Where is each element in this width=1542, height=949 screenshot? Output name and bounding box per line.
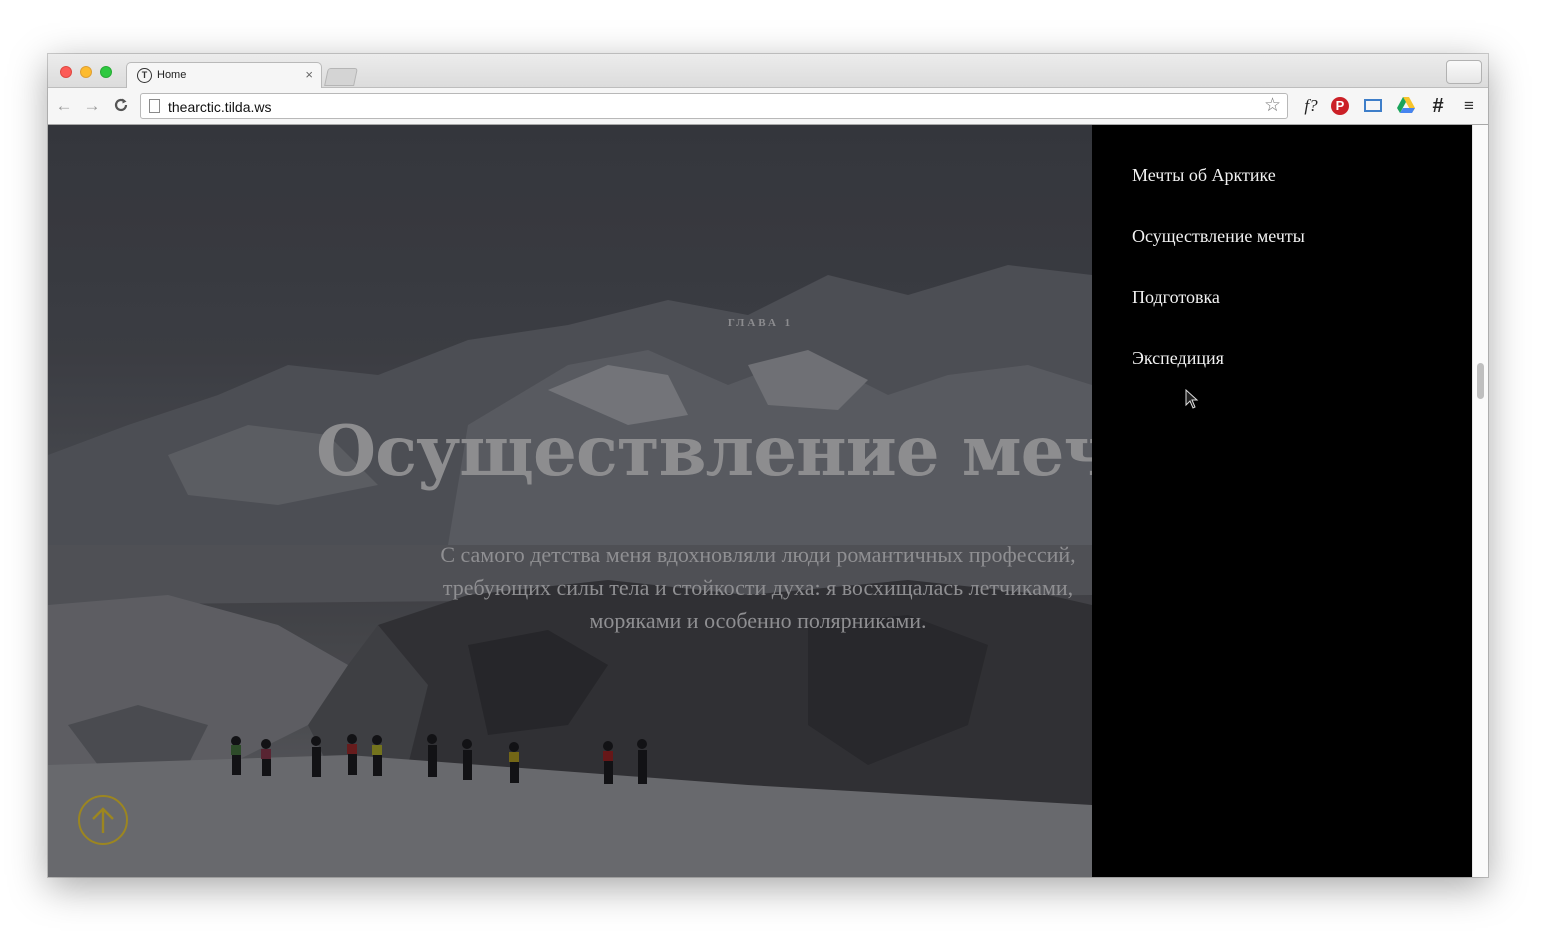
bookmark-star-icon[interactable]: ☆ bbox=[1264, 95, 1281, 117]
hero-paragraph-line-3: моряками и особенно полярниками. bbox=[589, 608, 927, 633]
hash-extension-icon[interactable]: # bbox=[1427, 96, 1449, 116]
close-window-button[interactable] bbox=[60, 66, 72, 78]
tab-strip: T Home × bbox=[48, 54, 1488, 89]
minimize-window-button[interactable] bbox=[80, 66, 92, 78]
chapter-label: ГЛАВА 1 bbox=[727, 317, 794, 329]
mouse-pointer-icon bbox=[1185, 389, 1199, 409]
page-viewport: ГЛАВА 1 Осуществление мечты С самого дет… bbox=[48, 125, 1488, 877]
scrollbar-thumb[interactable] bbox=[1477, 363, 1484, 399]
back-arrow-icon[interactable]: ← bbox=[54, 97, 74, 115]
address-bar[interactable]: thearctic.tilda.ws ☆ bbox=[140, 93, 1288, 119]
tab-title: Home bbox=[157, 69, 187, 81]
page-icon bbox=[149, 99, 160, 113]
tilda-favicon-icon: T bbox=[137, 68, 152, 83]
menu-item-arctic-dreams[interactable]: Мечты об Арктике bbox=[1132, 165, 1276, 186]
google-drive-extension-icon[interactable] bbox=[1395, 96, 1417, 116]
side-navigation-menu: Мечты об Арктике Осуществление мечты Под… bbox=[1092, 125, 1472, 877]
hero-paragraph-line-2: требующих силы тела и стойкости духа: я … bbox=[442, 575, 1074, 600]
hero-section: ГЛАВА 1 Осуществление мечты С самого дет… bbox=[48, 125, 1092, 877]
tab-home[interactable]: T Home × bbox=[126, 62, 322, 89]
browser-toolbar: ← → thearctic.tilda.ws ☆ f? P # ≡ bbox=[48, 88, 1488, 125]
menu-item-dream-fulfillment[interactable]: Осуществление мечты bbox=[1132, 226, 1305, 247]
profile-button[interactable] bbox=[1446, 60, 1482, 84]
arrow-up-icon bbox=[92, 807, 114, 833]
pinterest-extension-icon[interactable]: P bbox=[1331, 97, 1349, 115]
menu-item-preparation[interactable]: Подготовка bbox=[1132, 287, 1220, 308]
screenshot-extension-icon[interactable] bbox=[1362, 96, 1384, 116]
font-finder-extension-icon[interactable]: f? bbox=[1300, 96, 1322, 116]
page-scrollbar[interactable] bbox=[1472, 125, 1488, 877]
reload-icon[interactable] bbox=[111, 97, 131, 116]
browser-window: T Home × ← → thearctic.tilda.ws ☆ f? P #… bbox=[48, 54, 1488, 877]
scroll-to-top-button[interactable] bbox=[78, 795, 128, 845]
hero-title: Осуществление мечты bbox=[316, 411, 1092, 492]
forward-arrow-icon[interactable]: → bbox=[82, 97, 102, 115]
menu-item-expedition[interactable]: Экспедиция bbox=[1132, 348, 1224, 369]
hero-paragraph-line-1: С самого детства меня вдохновляли люди р… bbox=[440, 542, 1076, 567]
hero-paragraph: С самого детства меня вдохновляли люди р… bbox=[48, 538, 1092, 637]
url-text: thearctic.tilda.ws bbox=[168, 99, 272, 115]
zoom-window-button[interactable] bbox=[100, 66, 112, 78]
new-tab-button[interactable] bbox=[324, 68, 358, 86]
chrome-menu-icon[interactable]: ≡ bbox=[1458, 96, 1480, 116]
hero-overlay bbox=[48, 125, 1092, 877]
tab-close-icon[interactable]: × bbox=[305, 67, 313, 82]
